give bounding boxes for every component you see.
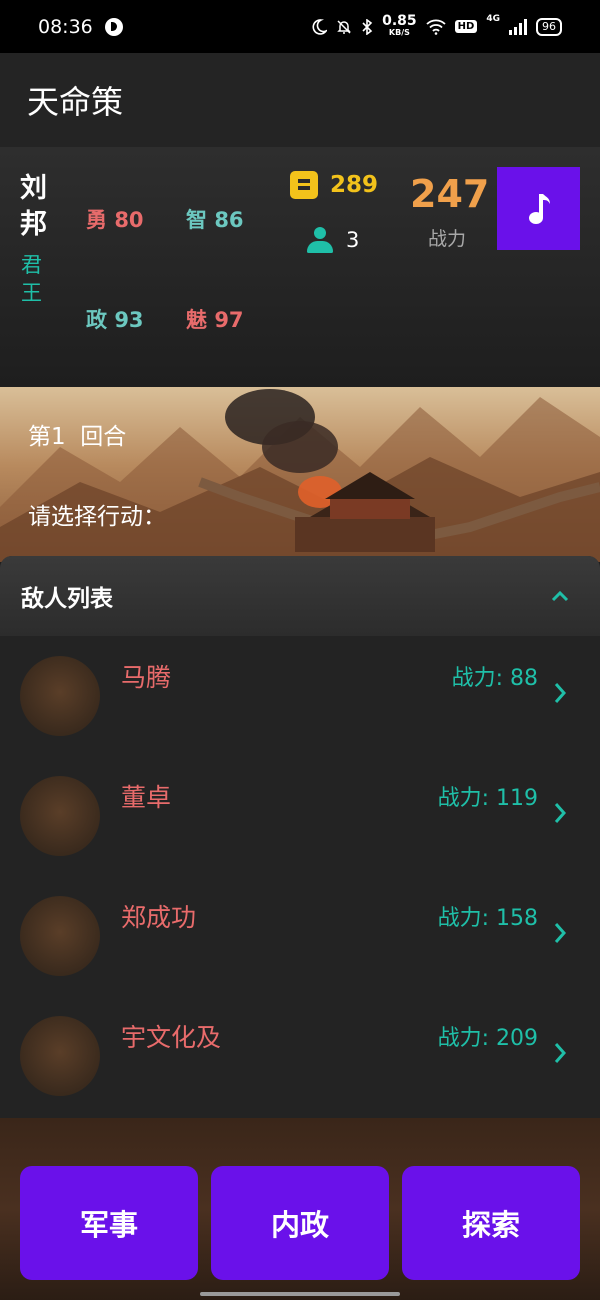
status-icons: 0.85 KB/S HD 4G 96 bbox=[311, 0, 562, 53]
player-rank: 君王 bbox=[21, 253, 42, 305]
action-prompt: 请选择行动： bbox=[28, 504, 166, 530]
stat-charm-label: 魅 bbox=[186, 308, 207, 332]
population-value: 3 bbox=[346, 228, 360, 252]
chevron-right-icon bbox=[554, 683, 567, 703]
stat-courage-value: 80 bbox=[114, 208, 144, 232]
player-power-label: 战力 bbox=[427, 228, 466, 250]
enemy-power-value: 158 bbox=[496, 906, 538, 931]
enemy-power: 战力: 119 bbox=[438, 780, 538, 812]
net-speed-value: 0.85 bbox=[382, 12, 417, 29]
explore-button[interactable]: 探索 bbox=[402, 1166, 580, 1280]
enemy-name: 董卓 bbox=[121, 783, 172, 812]
enemy-avatar bbox=[20, 656, 100, 736]
action-bar: 军事 内政 探索 bbox=[0, 1118, 600, 1300]
moon-icon bbox=[312, 18, 328, 35]
stat-wisdom-value: 86 bbox=[214, 208, 244, 232]
signal-icon bbox=[509, 18, 527, 35]
battery-level: 96 bbox=[542, 20, 556, 33]
enemy-name: 马腾 bbox=[121, 663, 172, 692]
enemy-power-label: 战力: bbox=[437, 1026, 496, 1051]
player-name: 刘邦 bbox=[20, 173, 47, 240]
enemy-power: 战力: 88 bbox=[452, 660, 538, 692]
enemy-avatar bbox=[20, 896, 100, 976]
chevron-up-icon[interactable] bbox=[550, 586, 570, 606]
stat-courage-label: 勇 bbox=[86, 208, 107, 232]
chevron-right-icon bbox=[554, 923, 567, 943]
enemy-power: 战力: 209 bbox=[438, 1020, 538, 1052]
enemy-power-label: 战力: bbox=[437, 786, 496, 811]
app-title: 天命策 bbox=[27, 83, 124, 121]
stat-wisdom-label: 智 bbox=[186, 208, 207, 232]
music-button[interactable] bbox=[497, 167, 580, 250]
enemy-name: 郑成功 bbox=[121, 903, 197, 932]
music-note-icon bbox=[528, 193, 550, 224]
enemy-power-label: 战力: bbox=[451, 666, 510, 691]
enemy-row[interactable]: 马腾 战力: 88 bbox=[0, 636, 600, 756]
app-bar: 天命策 bbox=[0, 53, 600, 147]
great-wall-illustration bbox=[0, 389, 600, 562]
gold-value: 289 bbox=[330, 172, 379, 198]
mute-icon bbox=[337, 19, 351, 34]
stat-charm-value: 97 bbox=[214, 308, 244, 332]
net-speed: 0.85 KB/S bbox=[382, 12, 417, 38]
status-time: 08:36 bbox=[38, 15, 93, 38]
enemy-list-panel: 敌人列表 马腾 战力: 88 董卓 战力: 119 郑成功 战力: 158 宇文… bbox=[0, 556, 600, 1118]
enemy-power-value: 209 bbox=[496, 1026, 538, 1051]
chevron-right-icon bbox=[554, 803, 567, 823]
scene-banner: 第1 回合 请选择行动： bbox=[0, 387, 600, 562]
enemy-row[interactable]: 郑成功 战力: 158 bbox=[0, 876, 600, 996]
stat-courage: 勇 80 bbox=[86, 204, 144, 234]
stat-charm: 魅 97 bbox=[186, 304, 244, 334]
battery-icon: 96 bbox=[536, 17, 562, 36]
person-icon bbox=[306, 227, 334, 255]
enemy-avatar bbox=[20, 1016, 100, 1096]
enemy-row[interactable]: 宇文化及 战力: 209 bbox=[0, 996, 600, 1116]
hd-badge: HD bbox=[454, 20, 478, 33]
enemy-list-header[interactable]: 敌人列表 bbox=[0, 556, 600, 636]
home-indicator[interactable] bbox=[200, 1292, 400, 1296]
stat-politics: 政 93 bbox=[86, 304, 144, 334]
enemy-power-value: 119 bbox=[496, 786, 538, 811]
enemy-avatar bbox=[20, 776, 100, 856]
enemy-power: 战力: 158 bbox=[438, 900, 538, 932]
gold-icon bbox=[290, 171, 318, 199]
net-speed-unit: KB/S bbox=[388, 27, 410, 37]
stat-politics-value: 93 bbox=[114, 308, 144, 332]
chevron-right-icon bbox=[554, 1043, 567, 1063]
bluetooth-icon bbox=[362, 18, 373, 35]
player-power-value: 247 bbox=[410, 172, 490, 216]
stat-wisdom: 智 86 bbox=[186, 204, 244, 234]
enemy-power-value: 88 bbox=[510, 666, 538, 691]
military-button[interactable]: 军事 bbox=[20, 1166, 198, 1280]
wifi-icon bbox=[426, 19, 446, 35]
status-bar: 08:36 0.85 KB/S HD 4G 96 bbox=[0, 0, 600, 53]
player-profile: 刘邦 君王 勇 80 智 86 政 93 魅 97 289 3 247 战力 bbox=[0, 147, 600, 387]
enemy-name: 宇文化及 bbox=[121, 1023, 222, 1052]
stat-politics-label: 政 bbox=[86, 308, 107, 332]
app-notification-icon bbox=[104, 17, 123, 36]
network-type: 4G bbox=[486, 14, 500, 24]
domestic-button[interactable]: 内政 bbox=[211, 1166, 389, 1280]
enemy-row[interactable]: 董卓 战力: 119 bbox=[0, 756, 600, 876]
enemy-list-title: 敌人列表 bbox=[21, 586, 113, 612]
turn-counter: 第1 回合 bbox=[28, 424, 127, 450]
enemy-power-label: 战力: bbox=[437, 906, 496, 931]
